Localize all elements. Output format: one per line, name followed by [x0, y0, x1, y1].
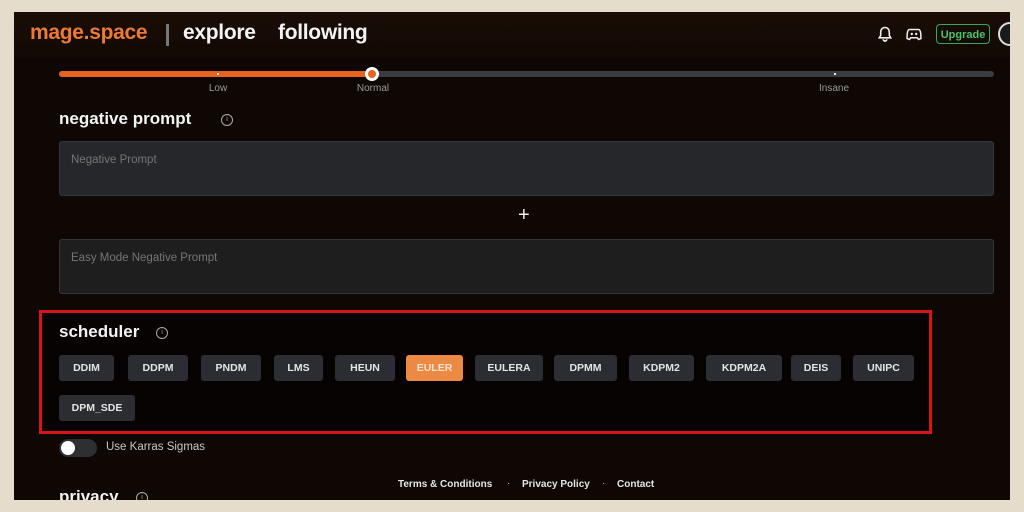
footer-link-terms[interactable]: Terms & Conditions	[398, 479, 492, 490]
negative-prompt-title: negative prompt	[59, 109, 192, 128]
scheduler-option-lms[interactable]: LMS	[274, 355, 323, 381]
karras-sigmas-toggle[interactable]	[59, 439, 97, 457]
slider-fill	[59, 71, 373, 77]
karras-sigmas-label: Use Karras Sigmas	[106, 441, 206, 453]
slider-tick-insane	[834, 73, 836, 75]
footer-link-contact[interactable]: Contact	[617, 479, 654, 490]
nav-following[interactable]: following	[278, 21, 368, 45]
app-window: Low Normal Insane mage.space explore fol…	[14, 12, 1010, 500]
scheduler-option-eulera[interactable]: EULERA	[475, 355, 543, 381]
detail-slider[interactable]	[59, 67, 994, 81]
footer-link-privacy[interactable]: Privacy Policy	[522, 479, 590, 490]
easy-mode-negative-prompt-input[interactable]	[59, 239, 994, 294]
scheduler-option-kdpm2a[interactable]: KDPM2A	[706, 355, 782, 381]
scheduler-option-pndm[interactable]: PNDM	[201, 355, 261, 381]
info-icon[interactable]: i	[136, 492, 148, 500]
toggle-knob	[61, 441, 75, 455]
top-nav-bar: mage.space explore following Upgrade	[14, 12, 1010, 58]
privacy-title: privacy	[59, 487, 119, 500]
slider-tick-low	[217, 73, 219, 75]
avatar[interactable]	[998, 22, 1010, 46]
scheduler-option-euler[interactable]: EULER	[406, 355, 463, 381]
nav-divider	[166, 24, 169, 46]
scheduler-option-ddpm[interactable]: DDPM	[128, 355, 188, 381]
bell-icon[interactable]	[876, 25, 894, 43]
scheduler-option-kdpm2[interactable]: KDPM2	[629, 355, 694, 381]
scheduler-option-heun[interactable]: HEUN	[335, 355, 395, 381]
nav-explore[interactable]: explore	[183, 21, 256, 45]
scheduler-option-dpmm[interactable]: DPMM	[554, 355, 617, 381]
info-icon[interactable]: i	[221, 114, 233, 126]
footer-separator: ·	[602, 478, 606, 489]
scheduler-option-unipc[interactable]: UNIPC	[853, 355, 914, 381]
scheduler-option-ddim[interactable]: DDIM	[59, 355, 114, 381]
discord-icon[interactable]	[905, 25, 923, 43]
add-prompt-icon[interactable]: +	[518, 205, 530, 225]
slider-label-normal: Normal	[356, 83, 390, 94]
upgrade-button[interactable]: Upgrade	[936, 24, 990, 44]
info-icon[interactable]: i	[156, 327, 168, 339]
scheduler-option-dpm-sde[interactable]: DPM_SDE	[59, 395, 135, 421]
slider-label-low: Low	[208, 83, 228, 94]
slider-thumb[interactable]	[365, 67, 380, 81]
logo[interactable]: mage.space	[30, 21, 148, 45]
negative-prompt-input[interactable]	[59, 141, 994, 196]
scheduler-title: scheduler	[59, 322, 140, 341]
footer-separator: ·	[507, 478, 511, 489]
slider-label-insane: Insane	[818, 83, 850, 94]
scheduler-option-deis[interactable]: DEIS	[791, 355, 841, 381]
